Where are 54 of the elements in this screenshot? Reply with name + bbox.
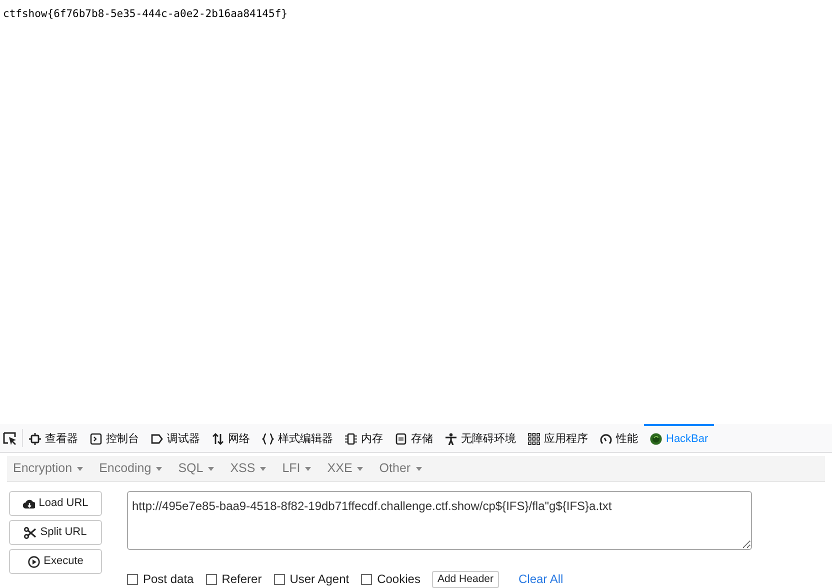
menu-dropdown[interactable]: Encryption: [13, 459, 84, 478]
checkbox-label: Cookies: [377, 571, 420, 588]
hackbar-logo-icon: [650, 433, 662, 445]
checkbox-label: Post data: [143, 571, 194, 588]
caret-icon: [156, 466, 162, 470]
menu-dropdown[interactable]: SQL: [178, 459, 214, 478]
element-picker-icon[interactable]: [3, 432, 17, 444]
checkbox[interactable]: [206, 574, 217, 584]
caret-icon: [208, 466, 214, 470]
devtools-tab[interactable]: 无障碍环境: [439, 424, 522, 452]
menu-dropdown[interactable]: XXE: [327, 459, 364, 478]
clear-all-link[interactable]: Clear All: [518, 570, 564, 588]
caret-icon: [357, 466, 364, 470]
chip-icon: [345, 433, 357, 445]
devtools-tab[interactable]: 应用程序: [522, 424, 594, 452]
debugger-icon: [151, 433, 163, 445]
add-header-button[interactable]: Add Header: [432, 570, 498, 588]
cloud-download-icon: [22, 498, 35, 510]
page-text: ctfshow{6f76b7b8-5e35-444c-a0e2-2b16aa84145f}: [3, 7, 288, 22]
hackbar-button[interactable]: Load URL: [9, 491, 102, 516]
checkbox-label: Referer: [222, 571, 262, 588]
devtools-tab[interactable]: 调试器: [145, 424, 206, 452]
menu-dropdown[interactable]: Other: [379, 459, 422, 478]
checkbox[interactable]: [274, 574, 285, 584]
devtools-tab[interactable]: 样式编辑器: [256, 424, 339, 452]
console-icon: [90, 433, 102, 445]
gauge-icon: [600, 433, 612, 445]
hackbar-button[interactable]: Execute: [9, 549, 102, 574]
caret-icon: [260, 466, 266, 470]
inspector-icon: [29, 433, 41, 445]
devtools-tab[interactable]: 查看器: [23, 424, 84, 452]
menu-dropdown[interactable]: Encoding: [99, 459, 162, 478]
menu-dropdown[interactable]: LFI: [282, 459, 312, 478]
devtools-tab[interactable]: 控制台: [84, 424, 145, 452]
person-icon: [445, 433, 457, 445]
devtools-tab[interactable]: 内存: [339, 424, 389, 452]
hackbar-button[interactable]: Split URL: [9, 520, 102, 545]
storage-icon: [395, 433, 407, 445]
menu-dropdown[interactable]: XSS: [230, 459, 266, 478]
url-field[interactable]: http://495e7e85-baa9-4518-8f82-19db71ffecdf.challenge.ctf.show/cp${IFS}/fla"g${IFS}a.txt: [127, 491, 752, 550]
devtools-tab[interactable]: 性能: [594, 424, 644, 452]
scissors-icon: [24, 526, 36, 538]
devtools-tab[interactable]: 网络: [206, 424, 256, 452]
caret-icon: [77, 466, 84, 470]
grid-icon: [528, 433, 540, 445]
checkbox[interactable]: [361, 574, 372, 584]
network-icon: [212, 433, 224, 445]
checkbox[interactable]: [127, 574, 138, 584]
checkbox-label: User Agent: [290, 571, 350, 588]
caret-icon: [305, 466, 312, 470]
play-circle-icon: [28, 556, 40, 568]
braces-icon: [262, 433, 274, 445]
devtools-tab[interactable]: 存储: [389, 424, 439, 452]
caret-icon: [416, 466, 422, 470]
